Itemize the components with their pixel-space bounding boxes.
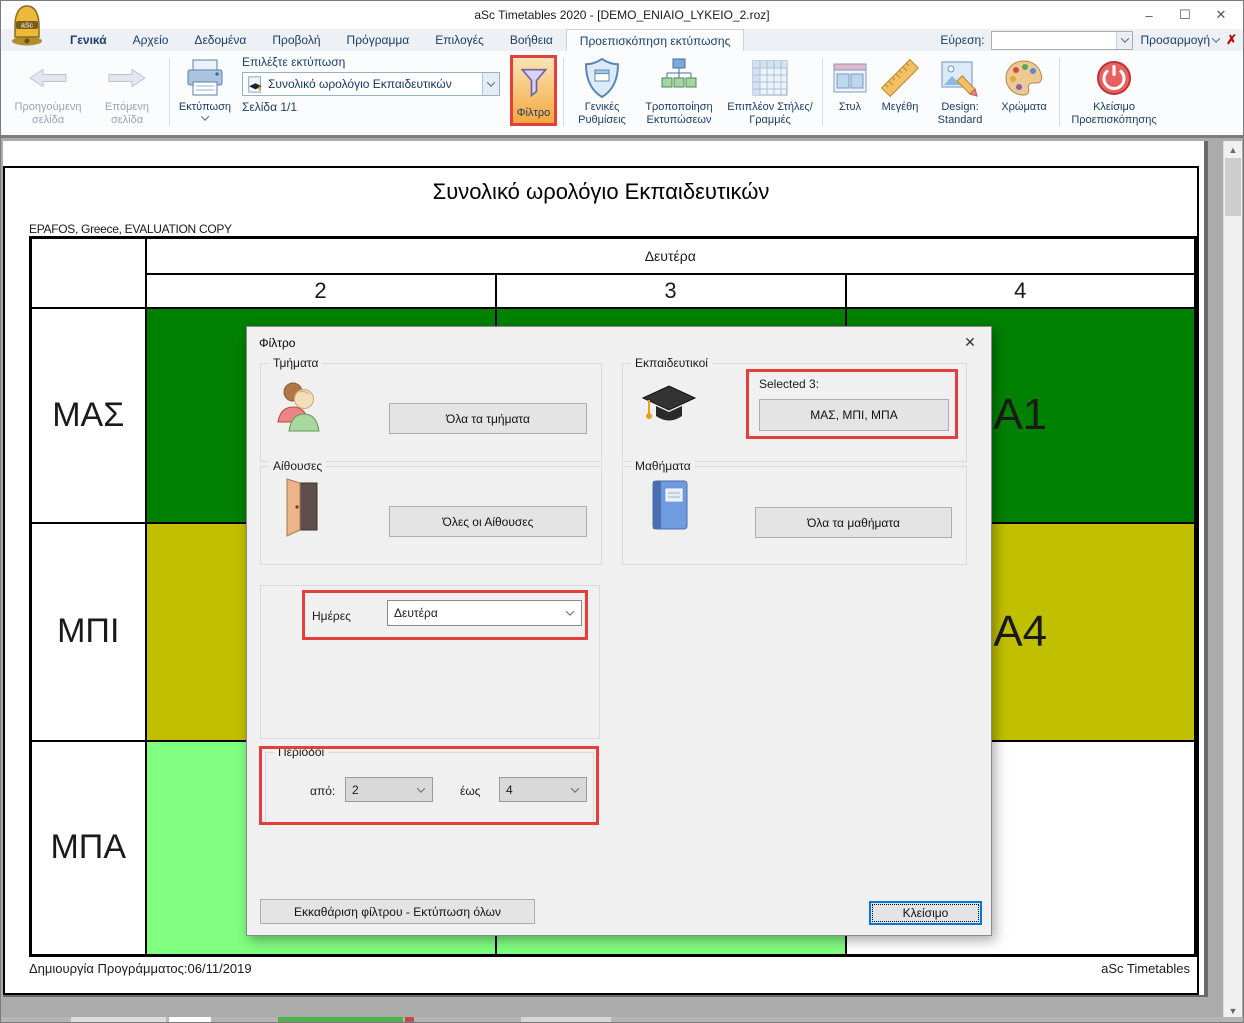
asc-bell-logo-icon[interactable]: aSc bbox=[7, 3, 47, 47]
general-settings-button[interactable]: Γενικές Ρυθμίσεις bbox=[568, 53, 636, 131]
prev-page-button[interactable]: Προηγούμενη σελίδα bbox=[7, 53, 89, 131]
menu-arxeio[interactable]: Αρχείο bbox=[120, 29, 182, 51]
creation-date-text: Δημιουργία Προγράμματος:06/11/2019 bbox=[29, 961, 252, 976]
dialog-close-icon[interactable]: ✕ bbox=[957, 332, 983, 352]
org-chart-icon bbox=[658, 55, 700, 101]
menu-voitheia[interactable]: Βοήθεια bbox=[497, 29, 566, 51]
period-to-label: έως bbox=[460, 784, 481, 798]
menu-programma[interactable]: Πρόγραμμα bbox=[334, 29, 423, 51]
search-input[interactable] bbox=[991, 31, 1133, 50]
print-selection-value: Συνολικό ωρολόγιο Εκπαιδευτικών bbox=[268, 77, 482, 91]
style-button[interactable]: Στυλ bbox=[827, 53, 873, 131]
title-bar: aSc Timetables 2020 - [DEMO_ENIAIO_LYKEI… bbox=[1, 1, 1243, 29]
page-title: Συνολικό ωρολόγιο Εκπαιδευτικών bbox=[3, 179, 1199, 205]
all-rooms-button[interactable]: Όλες οι Αίθουσες bbox=[389, 506, 587, 537]
menu-dedomena[interactable]: Δεδομένα bbox=[181, 29, 259, 51]
clear-filter-button[interactable]: Εκκαθάριση φίλτρου - Εκτύπωση όλων bbox=[260, 899, 535, 924]
printer-icon bbox=[184, 55, 226, 101]
chevron-down-icon bbox=[410, 787, 432, 793]
close-preview-button[interactable]: Κλείσιμο Προεπισκόπησης bbox=[1064, 53, 1164, 131]
classes-group-label: Τμήματα bbox=[269, 356, 322, 370]
print-selection-dropdown-icon[interactable] bbox=[482, 73, 499, 95]
sizes-button[interactable]: Μεγέθη bbox=[873, 53, 927, 131]
filter-button[interactable]: Φίλτρο bbox=[510, 55, 557, 126]
palette-icon bbox=[1003, 55, 1045, 101]
graduation-cap-icon bbox=[639, 381, 699, 434]
selected-count-label: Selected 3: bbox=[759, 377, 819, 391]
design-button[interactable]: Design: Standard bbox=[927, 53, 993, 131]
print-selection-combo[interactable]: Συνολικό ωρολόγιο Εκπαιδευτικών bbox=[242, 72, 500, 96]
day-header: Δευτέρα bbox=[146, 238, 1196, 274]
app-window: aSc Timetables 2020 - [DEMO_ENIAIO_LYKEI… bbox=[0, 0, 1244, 1023]
print-button[interactable]: Εκτύπωση bbox=[174, 53, 236, 131]
print-type-icon bbox=[246, 75, 264, 94]
dialog-close-button[interactable]: Κλείσιμο bbox=[869, 901, 982, 925]
maximize-button[interactable]: ☐ bbox=[1167, 1, 1203, 29]
menu-provoli[interactable]: Προβολή bbox=[259, 29, 333, 51]
arrow-right-icon bbox=[106, 55, 148, 101]
period-from-label: από: bbox=[310, 784, 335, 798]
funnel-icon bbox=[519, 58, 549, 107]
book-icon bbox=[647, 478, 693, 537]
periods-group-label: Περίοδοι bbox=[274, 745, 328, 759]
subjects-group-label: Μαθήματα bbox=[631, 459, 695, 473]
table-grid-icon bbox=[749, 55, 791, 101]
ruler-icon bbox=[879, 55, 921, 101]
bottom-edge-sliver bbox=[1, 1017, 1243, 1022]
colors-button[interactable]: Χρώματα bbox=[993, 53, 1055, 131]
all-subjects-button[interactable]: Όλα τα μαθήματα bbox=[755, 507, 952, 538]
toolbar: Προηγούμενη σελίδα Επόμενη σελίδα Εκτύπω bbox=[1, 51, 1243, 138]
vertical-scrollbar[interactable]: ▲ ▼ bbox=[1223, 141, 1242, 1019]
dialog-title: Φίλτρο bbox=[259, 336, 295, 350]
selected-teachers-button[interactable]: ΜΑΣ, ΜΠΙ, ΜΠΑ bbox=[759, 399, 949, 431]
period-header: 3 bbox=[496, 274, 846, 308]
window-title: aSc Timetables 2020 - [DEMO_ENIAIO_LYKEI… bbox=[1, 8, 1243, 22]
minimize-button[interactable]: – bbox=[1131, 1, 1167, 29]
filter-dialog: Φίλτρο ✕ Τμήματα Όλα τα τμήματα Εκπαιδευ… bbox=[246, 326, 992, 936]
choose-print-label: Επιλέξτε εκτύπωση bbox=[242, 55, 500, 69]
all-classes-button[interactable]: Όλα τα τμήματα bbox=[389, 403, 587, 434]
tab-print-preview[interactable]: Προεπισκόπηση εκτύπωσης bbox=[566, 29, 745, 51]
power-icon bbox=[1094, 55, 1134, 101]
chevron-down-icon bbox=[559, 610, 581, 616]
rooms-group-label: Αίθουσες bbox=[269, 459, 326, 473]
menu-genika[interactable]: Γενικά bbox=[57, 29, 120, 51]
door-icon bbox=[279, 478, 327, 541]
students-icon bbox=[271, 377, 329, 436]
days-label: Ημέρες bbox=[312, 609, 351, 623]
teacher-label: ΜΑΣ bbox=[31, 308, 146, 523]
period-to-select[interactable]: 4 bbox=[499, 777, 587, 802]
next-page-button[interactable]: Επόμενη σελίδα bbox=[89, 53, 165, 131]
menu-bar: Γενικά Αρχείο Δεδομένα Προβολή Πρόγραμμα… bbox=[1, 29, 1243, 51]
chevron-down-icon bbox=[564, 787, 586, 793]
teacher-label: ΜΠΑ bbox=[31, 741, 146, 956]
period-from-select[interactable]: 2 bbox=[345, 777, 433, 802]
days-select[interactable]: Δευτέρα bbox=[387, 600, 582, 626]
period-header: 4 bbox=[846, 274, 1196, 308]
teachers-group-label: Εκπαιδευτικοί bbox=[631, 356, 712, 370]
arrow-left-icon bbox=[27, 55, 69, 101]
page-indicator: Σελίδα 1/1 bbox=[242, 100, 500, 114]
menu-epiloges[interactable]: Επιλογές bbox=[422, 29, 497, 51]
modify-prints-button[interactable]: Τροποποίηση Εκτυπώσεων bbox=[636, 53, 722, 131]
scroll-up-icon[interactable]: ▲ bbox=[1224, 141, 1242, 158]
search-dropdown-icon[interactable] bbox=[1116, 32, 1132, 49]
teacher-label: ΜΠΙ bbox=[31, 523, 146, 741]
print-selection-group: Επιλέξτε εκτύπωση Συνολικό ωρολόγιο Εκπα… bbox=[236, 53, 506, 131]
shield-icon bbox=[582, 55, 622, 101]
search-label: Εύρεση: bbox=[940, 33, 984, 47]
window-layout-icon bbox=[830, 55, 870, 101]
period-header: 2 bbox=[146, 274, 496, 308]
svg-text:aSc: aSc bbox=[21, 23, 34, 30]
evaluation-watermark: EPAFOS, Greece, EVALUATION COPY bbox=[29, 222, 232, 236]
close-ribbon-icon[interactable]: ✗ bbox=[1226, 32, 1237, 48]
picture-pencil-icon bbox=[939, 55, 981, 101]
asc-footer-text: aSc Timetables bbox=[1101, 961, 1190, 976]
scrollbar-thumb[interactable] bbox=[1225, 158, 1241, 216]
customize-button[interactable]: Προσαρμογή bbox=[1140, 33, 1219, 47]
extra-columns-rows-button[interactable]: Επιπλέον Στήλες/Γραμμές bbox=[722, 53, 818, 131]
corner-cell bbox=[31, 238, 146, 308]
close-button[interactable]: ✕ bbox=[1203, 1, 1239, 29]
